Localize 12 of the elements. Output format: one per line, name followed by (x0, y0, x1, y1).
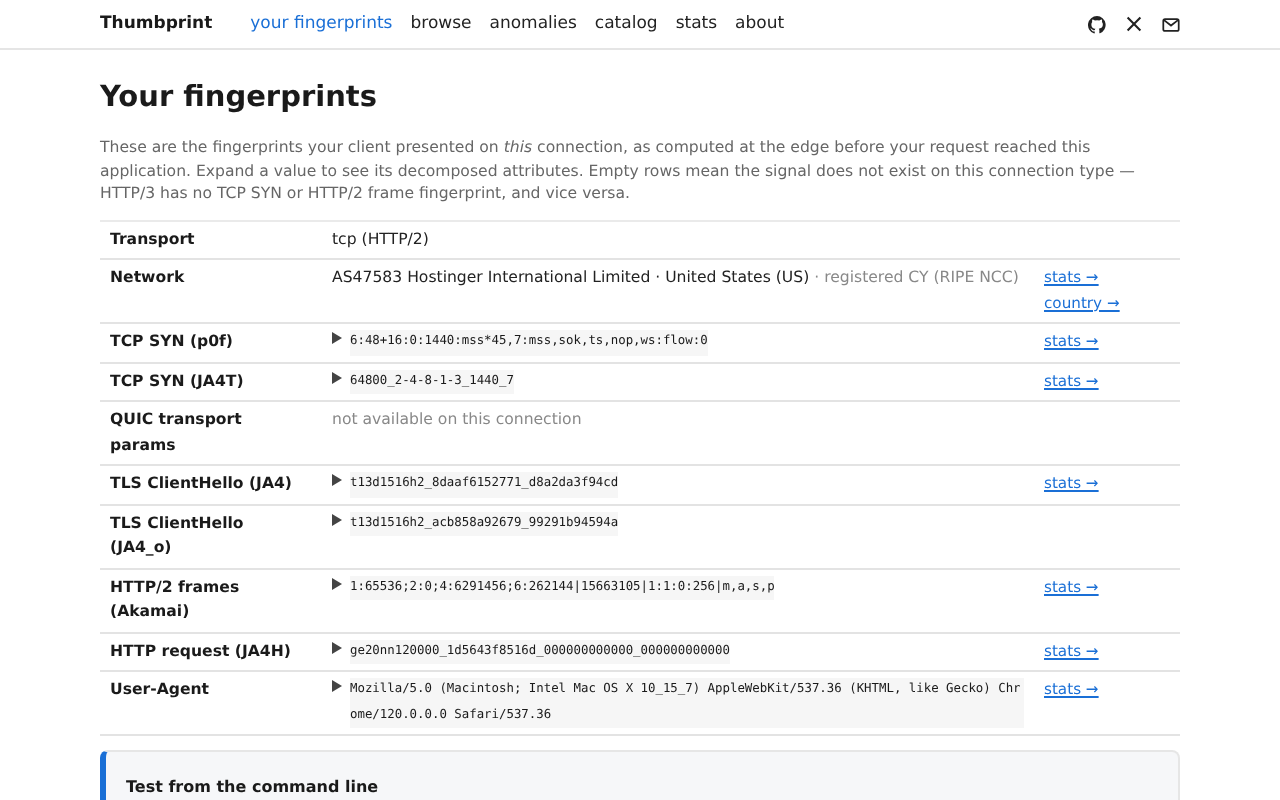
brand-name[interactable]: Thumbprint (100, 14, 213, 34)
card-title: Test from the command line (126, 778, 379, 796)
github-icon[interactable] (1088, 15, 1106, 33)
nav-link[interactable]: about (735, 14, 785, 34)
mail-icon[interactable] (1162, 17, 1180, 31)
nav-link[interactable]: anomalies (489, 14, 577, 34)
nav-link[interactable]: browse (410, 14, 472, 34)
x-logo-icon[interactable] (1126, 16, 1142, 32)
nav-link[interactable]: catalog (594, 14, 658, 34)
page-title: Your fingerprints (100, 82, 379, 114)
nav-link[interactable]: your fingerprints (250, 14, 393, 34)
nav-link[interactable]: stats (675, 14, 718, 34)
